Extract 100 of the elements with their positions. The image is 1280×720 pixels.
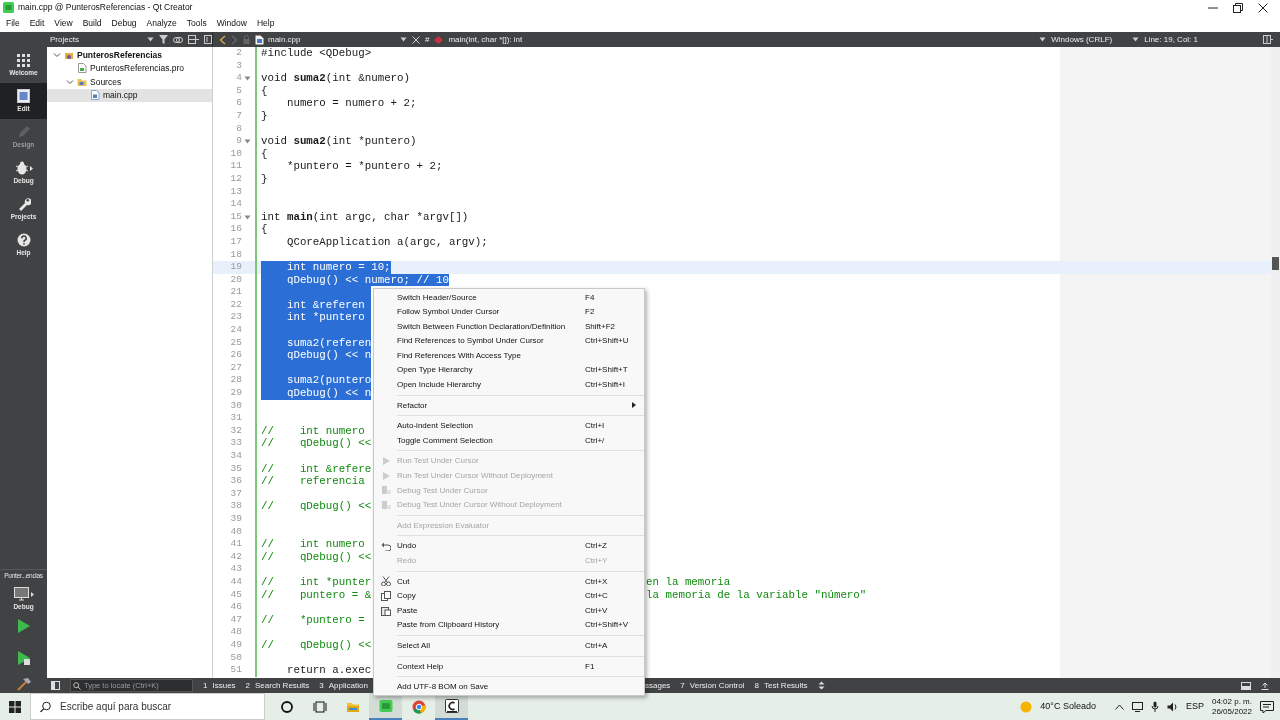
fold-arrow-icon[interactable] <box>243 214 251 220</box>
expand-icon[interactable] <box>817 681 825 690</box>
language-indicator[interactable]: ESP <box>1185 701 1204 712</box>
menu-item[interactable]: Select All Ctrl+A <box>374 638 644 654</box>
menu-item[interactable]: Undo Ctrl+Z <box>374 538 644 554</box>
sidebar-toggle-icon[interactable] <box>51 681 60 690</box>
menu-item[interactable]: Window <box>211 18 252 29</box>
code-line: la memoria de la variable "número" <box>646 588 867 602</box>
menu-item[interactable]: Help <box>251 18 280 29</box>
code-line: // referencia <box>261 475 365 488</box>
folder-icon <box>77 76 87 87</box>
fold-arrow-icon[interactable] <box>243 76 251 81</box>
line-number: 49 <box>229 638 242 652</box>
file-tab[interactable]: main.cpp <box>255 34 395 45</box>
tree-item[interactable]: Sources <box>47 75 212 89</box>
menu-item[interactable]: Auto-indent Selection Ctrl+I <box>374 418 644 434</box>
line-number: 5 <box>235 84 242 98</box>
menu-item[interactable]: Debug <box>106 18 142 29</box>
code-line: void suma2(int *puntero) <box>261 135 417 148</box>
menu-item[interactable]: Follow Symbol Under Cursor F2 <box>374 304 644 320</box>
speaker-icon[interactable] <box>1166 701 1178 712</box>
dropdown-caret-icon[interactable] <box>1039 37 1047 42</box>
menu-item[interactable]: Edit <box>24 18 50 29</box>
code-line: // qDebug() << <box>261 500 372 513</box>
microphone-icon[interactable] <box>1150 701 1159 712</box>
code-line: numero = numero + 2; <box>285 97 417 110</box>
debug-test-icon <box>380 485 391 496</box>
tray-expand-icon[interactable] <box>1114 703 1124 710</box>
output-tab[interactable]: 7 Version Control <box>680 680 745 691</box>
cursor-position: Line: 19, Col: 1 <box>1144 34 1198 45</box>
tree-item[interactable]: PunterosReferencias <box>47 48 212 62</box>
menu-item[interactable]: Copy Ctrl+C <box>374 588 644 604</box>
line-number: 43 <box>229 563 242 576</box>
menu-item[interactable]: Add UTF-8 BOM on Save <box>374 679 644 695</box>
output-tab[interactable]: ssages <box>645 680 671 691</box>
line-number: 16 <box>229 223 242 236</box>
dropdown-caret-icon[interactable] <box>1132 37 1140 42</box>
taskbar-search-field[interactable]: Escribe aquí para buscar <box>30 693 265 720</box>
tree-item[interactable]: main.cpp <box>47 88 212 102</box>
menu-item[interactable]: Build <box>77 18 107 29</box>
symbol-selector[interactable]: main(int, char *[]): int <box>448 34 523 45</box>
help-icon[interactable] <box>16 233 31 248</box>
code-line: { <box>261 147 268 161</box>
code-line: // int numero <box>261 538 365 551</box>
dropdown-caret-icon[interactable] <box>147 37 154 42</box>
close-pane-icon[interactable] <box>204 35 212 44</box>
split-icon[interactable] <box>188 35 199 44</box>
dropdown-caret-icon[interactable] <box>400 37 407 42</box>
menu-item[interactable]: Tools <box>181 18 212 29</box>
line-number: 28 <box>229 374 242 388</box>
output-tab[interactable]: 1 Issues <box>203 680 236 691</box>
windows-start-icon[interactable] <box>9 700 21 713</box>
scrollbar[interactable] <box>1271 47 1280 678</box>
line-number: 29 <box>229 387 242 400</box>
output-tab[interactable]: 8 Test Results <box>754 680 808 691</box>
menu-item[interactable]: File <box>1 18 25 29</box>
menu-item[interactable]: Find References With Access Type <box>374 348 644 363</box>
menu-item[interactable]: Switch Header/Source F4 <box>374 290 644 305</box>
hammer-icon[interactable] <box>15 678 32 691</box>
menu-item[interactable]: View <box>49 18 78 29</box>
tree-item[interactable]: PunterosReferencias.pro <box>47 61 212 75</box>
line-ending-selector[interactable]: Windows (CRLF) <box>1051 34 1113 45</box>
monitor-icon[interactable] <box>13 587 34 602</box>
menu-item[interactable]: Toggle Comment Selection Ctrl+/ <box>374 433 644 448</box>
menu-item[interactable]: Cut Ctrl+X <box>374 574 644 589</box>
menu-item[interactable]: Switch Between Function Declaration/Definition Shift+F2 <box>374 319 644 334</box>
menu-item[interactable]: Refactor <box>374 398 644 413</box>
debug-run-icon[interactable] <box>16 650 31 666</box>
menu-item[interactable]: Analyze <box>141 18 182 29</box>
menu-item[interactable]: Open Type Hierarchy Ctrl+Shift+T <box>374 362 644 378</box>
line-number: 14 <box>229 198 242 211</box>
filter-icon[interactable] <box>159 35 168 44</box>
menu-item[interactable]: Paste from Clipboard History Ctrl+Shift+V <box>374 617 644 633</box>
panel-icon[interactable] <box>1241 681 1251 690</box>
output-tab[interactable]: 2 Search Results <box>245 680 310 691</box>
split-icon[interactable] <box>1263 35 1273 44</box>
qt-app-icon <box>378 698 393 713</box>
menu-item[interactable]: Find References to Symbol Under Cursor Ctrl+Shift+U <box>374 333 644 349</box>
bug-icon[interactable] <box>14 161 33 176</box>
code-line: return a.exec <box>285 664 372 677</box>
notification-icon[interactable] <box>1260 700 1274 713</box>
clock-date: 26/05/2022 <box>1211 706 1252 716</box>
back-icon[interactable] <box>219 34 226 45</box>
undo-icon <box>380 541 391 552</box>
restore-icon[interactable] <box>1233 2 1243 13</box>
menu-item[interactable]: Context Help F1 <box>374 659 644 674</box>
maximize-panel-icon[interactable] <box>1261 681 1269 690</box>
close-icon[interactable] <box>1258 2 1268 13</box>
line-number: 6 <box>235 97 242 110</box>
fold-arrow-icon[interactable] <box>243 138 251 144</box>
link-icon[interactable] <box>173 35 183 44</box>
menu-item[interactable]: Open Include Hierarchy Ctrl+Shift+I <box>374 377 644 393</box>
network-icon[interactable] <box>1131 701 1143 712</box>
menu-item[interactable]: Paste Ctrl+V <box>374 603 644 618</box>
line-number: 18 <box>229 248 242 262</box>
output-tab[interactable]: 3 Application <box>319 680 368 691</box>
run-icon[interactable] <box>16 618 31 634</box>
grid-icon[interactable] <box>17 53 30 67</box>
document-icon[interactable] <box>17 89 30 104</box>
scrollbar-thumb[interactable] <box>1272 257 1279 270</box>
